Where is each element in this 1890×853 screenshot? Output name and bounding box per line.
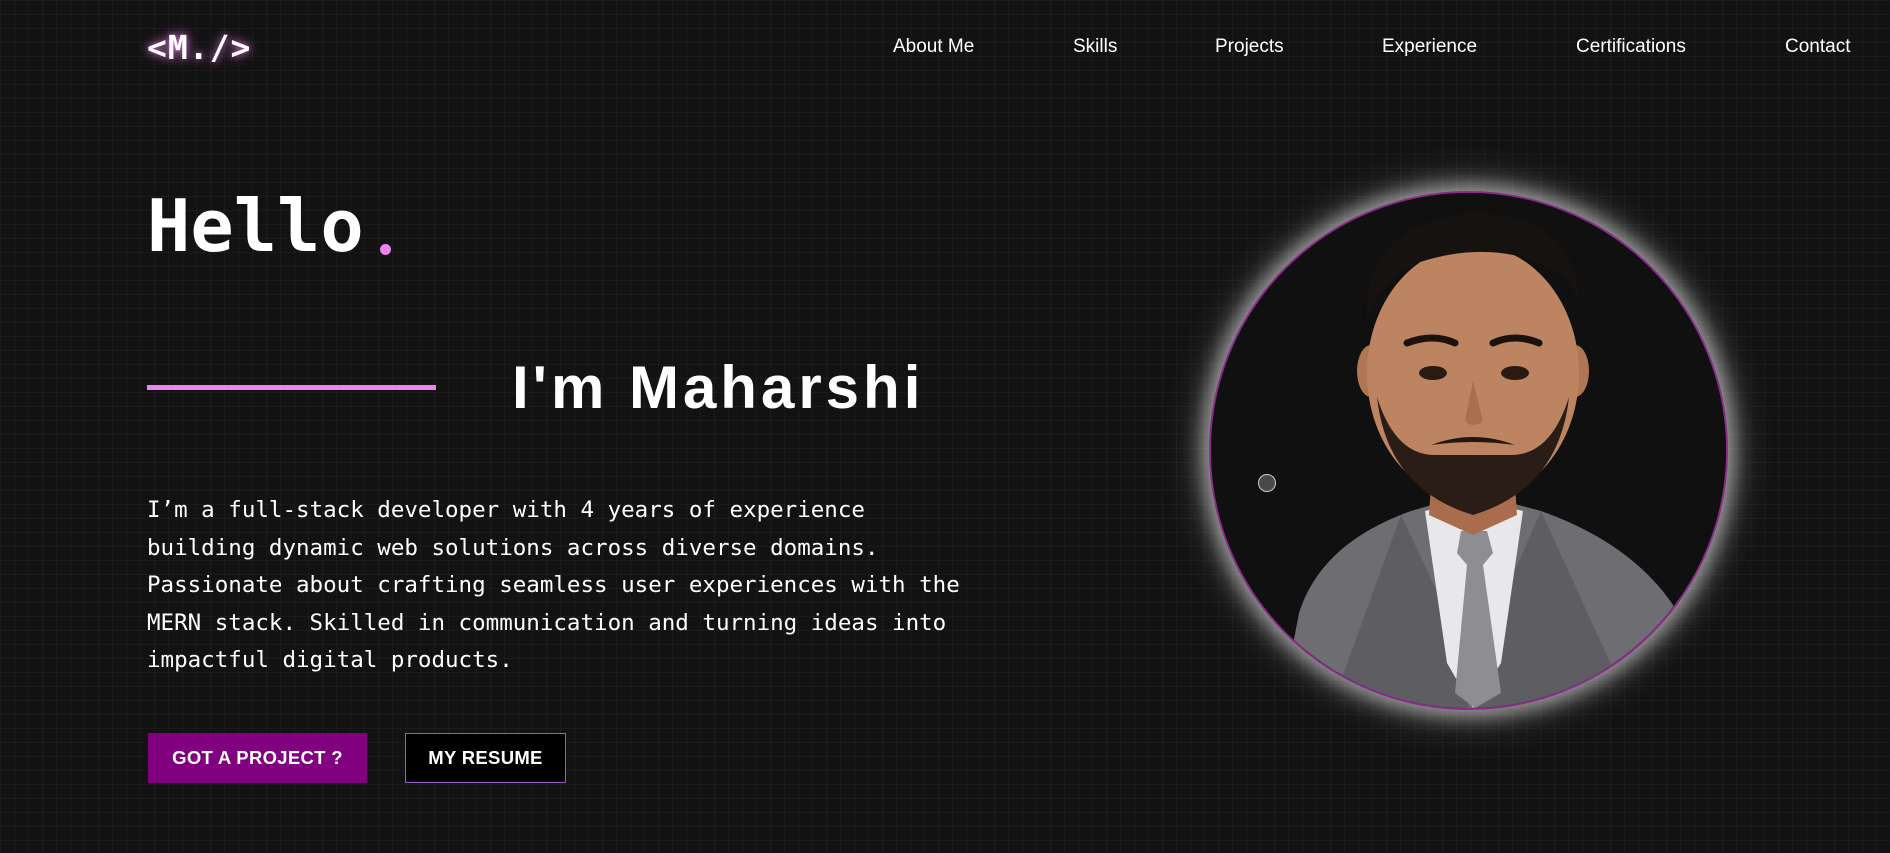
nav-skills[interactable]: Skills — [1073, 36, 1117, 58]
nav-certifications[interactable]: Certifications — [1576, 36, 1686, 58]
nav-projects[interactable]: Projects — [1215, 36, 1284, 58]
intro-name: I'm Maharshi — [512, 354, 925, 421]
nav-about-me[interactable]: About Me — [893, 36, 974, 58]
portrait-illustration — [1211, 193, 1726, 708]
main-nav: About Me Skills Projects Experience Cert… — [0, 36, 1890, 60]
nav-experience[interactable]: Experience — [1382, 36, 1477, 58]
intro-accent-line — [147, 385, 436, 390]
my-resume-button[interactable]: MY RESUME — [405, 733, 566, 783]
hello-accent-dot — [380, 244, 391, 255]
hello-heading: Hello — [147, 184, 364, 268]
nav-contact[interactable]: Contact — [1785, 36, 1850, 58]
cursor-indicator-icon — [1258, 474, 1276, 492]
profile-photo — [1209, 191, 1728, 710]
bio-paragraph: I’m a full-stack developer with 4 years … — [147, 497, 960, 673]
got-a-project-button[interactable]: GOT A PROJECT ? — [148, 733, 367, 783]
